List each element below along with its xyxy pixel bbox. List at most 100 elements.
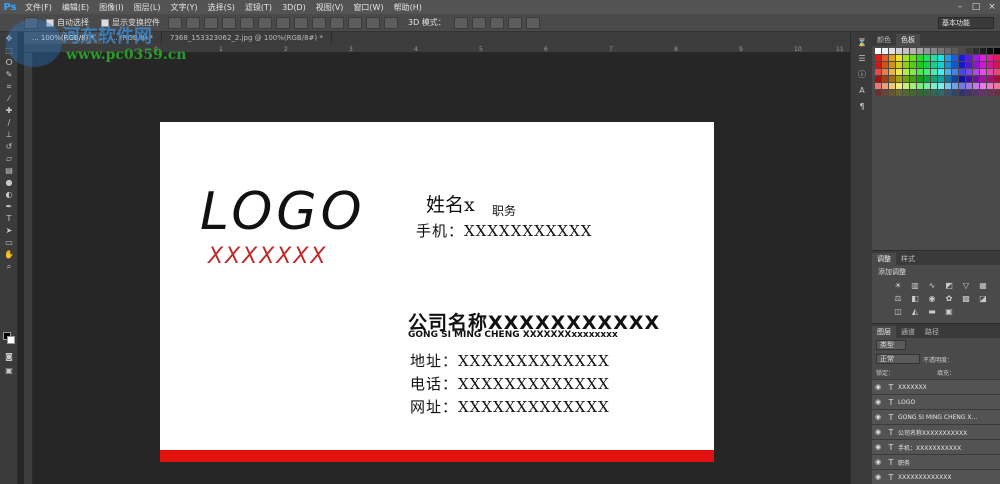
swatch[interactable] <box>938 76 944 82</box>
swatch[interactable] <box>889 62 895 68</box>
menu-type[interactable]: 文字(Y) <box>165 2 202 13</box>
swatch[interactable] <box>910 62 916 68</box>
swatch[interactable] <box>882 55 888 61</box>
align-top-icon[interactable] <box>168 16 182 29</box>
swatch[interactable] <box>952 90 958 96</box>
swatch[interactable] <box>973 55 979 61</box>
swatch[interactable] <box>938 69 944 75</box>
swatch[interactable] <box>917 90 923 96</box>
align-center-icon[interactable] <box>240 16 254 29</box>
swatch[interactable] <box>896 48 902 54</box>
swatch[interactable] <box>896 62 902 68</box>
properties-icon[interactable]: ☰ <box>856 54 868 64</box>
swatch[interactable] <box>987 90 993 96</box>
swatch[interactable] <box>973 62 979 68</box>
eye-icon[interactable]: ◉ <box>872 383 884 391</box>
swatches-grid[interactable] <box>872 46 1000 98</box>
menu-help[interactable]: 帮助(H) <box>389 2 427 13</box>
swatch[interactable] <box>959 90 965 96</box>
history-brush-tool-icon[interactable]: ↺ <box>3 142 15 152</box>
hue-saturation-icon[interactable]: ▦ <box>977 281 989 291</box>
swatch[interactable] <box>875 76 881 82</box>
swatch[interactable] <box>980 69 986 75</box>
swatch[interactable] <box>889 48 895 54</box>
swatch[interactable] <box>952 69 958 75</box>
distribute-top-icon[interactable] <box>276 16 290 29</box>
align-right-icon[interactable] <box>258 16 272 29</box>
roll-3d-icon[interactable] <box>471 16 486 29</box>
tab-swatches[interactable]: 色板 <box>896 34 920 46</box>
swatch[interactable] <box>903 90 909 96</box>
swatch[interactable] <box>959 48 965 54</box>
paragraph-icon[interactable]: ¶ <box>856 102 868 112</box>
menu-select[interactable]: 选择(S) <box>203 2 240 13</box>
swatch[interactable] <box>994 69 1000 75</box>
layer-item[interactable]: ◉ T XXXXXXXXXXXXX <box>872 469 1000 484</box>
distribute-left-icon[interactable] <box>330 16 344 29</box>
tab-channels[interactable]: 通道 <box>896 326 920 338</box>
swatch[interactable] <box>917 62 923 68</box>
eraser-tool-icon[interactable]: ▱ <box>3 154 15 164</box>
align-left-icon[interactable] <box>222 16 236 29</box>
layer-item[interactable]: ◉ T GONG SI MING CHENG X... <box>872 409 1000 424</box>
type-tool-icon[interactable]: T <box>3 214 15 224</box>
swatch[interactable] <box>959 69 965 75</box>
swatch[interactable] <box>917 69 923 75</box>
close-icon[interactable]: × <box>984 2 1000 12</box>
zoom-tool-icon[interactable]: ⌕ <box>3 262 15 272</box>
maximize-icon[interactable]: □ <box>968 2 984 12</box>
swatch[interactable] <box>917 55 923 61</box>
swatch[interactable] <box>910 83 916 89</box>
swatch[interactable] <box>910 48 916 54</box>
curves-icon[interactable]: ∿ <box>926 281 938 291</box>
swatch[interactable] <box>987 48 993 54</box>
align-bottom-icon[interactable] <box>204 16 218 29</box>
posterize-icon[interactable]: ◫ <box>892 307 904 317</box>
swatch[interactable] <box>924 83 930 89</box>
distribute-right-icon[interactable] <box>366 16 380 29</box>
swatch[interactable] <box>994 83 1000 89</box>
swatch[interactable] <box>994 76 1000 82</box>
swatch[interactable] <box>987 69 993 75</box>
eye-icon[interactable]: ◉ <box>872 428 884 436</box>
swatch[interactable] <box>945 48 951 54</box>
swatch[interactable] <box>980 48 986 54</box>
swatch[interactable] <box>945 76 951 82</box>
swatch[interactable] <box>889 83 895 89</box>
swatch[interactable] <box>903 48 909 54</box>
swatch[interactable] <box>987 76 993 82</box>
info-icon[interactable]: ⓘ <box>856 70 868 80</box>
swatch[interactable] <box>980 90 986 96</box>
menu-edit[interactable]: 编辑(E) <box>57 2 94 13</box>
swatch[interactable] <box>973 76 979 82</box>
exposure-icon[interactable]: ◩ <box>943 281 955 291</box>
layer-item[interactable]: ◉ T 公司名称XXXXXXXXXXX <box>872 424 1000 439</box>
swatch[interactable] <box>945 83 951 89</box>
swatch[interactable] <box>966 76 972 82</box>
path-select-tool-icon[interactable]: ➤ <box>3 226 15 236</box>
business-card-canvas[interactable]: LOGO XXXXXXX 姓名x 职务 手机：XXXXXXXXXXX 公司名称X… <box>160 122 714 462</box>
swatch[interactable] <box>882 83 888 89</box>
background-color-swatch[interactable] <box>7 336 15 344</box>
swatch[interactable] <box>924 62 930 68</box>
swatch[interactable] <box>931 76 937 82</box>
swatch[interactable] <box>973 83 979 89</box>
gradient-tool-icon[interactable]: ▤ <box>3 166 15 176</box>
swatch[interactable] <box>924 90 930 96</box>
swatch[interactable] <box>896 76 902 82</box>
swatch[interactable] <box>917 48 923 54</box>
swatch[interactable] <box>896 55 902 61</box>
swatch[interactable] <box>952 48 958 54</box>
swatch[interactable] <box>896 69 902 75</box>
auto-align-icon[interactable] <box>384 16 398 29</box>
levels-icon[interactable]: ▥ <box>909 281 921 291</box>
swatch[interactable] <box>924 48 930 54</box>
character-icon[interactable]: A <box>856 86 868 96</box>
swatch[interactable] <box>882 69 888 75</box>
brightness-icon[interactable]: ☀ <box>892 281 904 291</box>
tab-styles[interactable]: 样式 <box>896 253 920 265</box>
clone-stamp-tool-icon[interactable]: ⊥ <box>3 130 15 140</box>
layer-filter-kind-select[interactable]: 类型 <box>876 340 906 350</box>
color-lookup-icon[interactable]: ▩ <box>960 294 972 304</box>
dodge-tool-icon[interactable]: ◐ <box>3 190 15 200</box>
